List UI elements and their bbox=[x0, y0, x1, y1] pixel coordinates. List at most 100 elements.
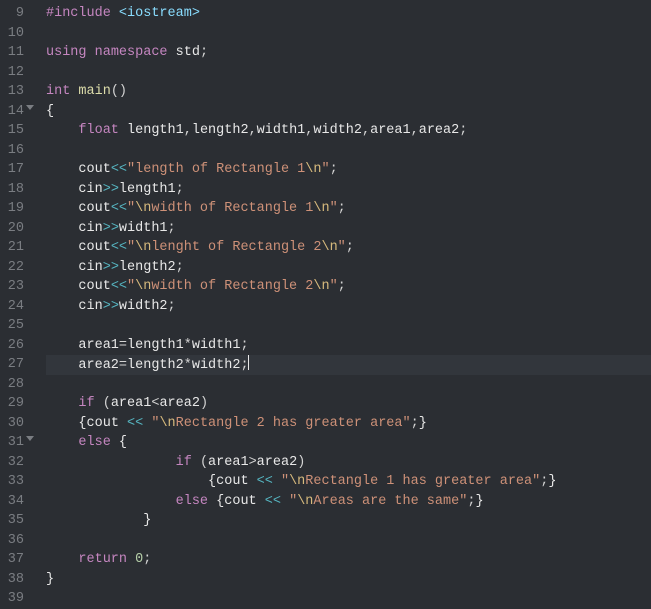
code-line[interactable]: cout<<"length of Rectangle 1\n"; bbox=[46, 160, 651, 180]
token-pn: ; bbox=[176, 260, 184, 275]
code-line[interactable] bbox=[46, 141, 651, 161]
code-line[interactable]: #include <iostream> bbox=[46, 4, 651, 24]
code-line[interactable]: int main() bbox=[46, 82, 651, 102]
token-id: area2 bbox=[159, 396, 200, 411]
token-pn: ; bbox=[411, 416, 419, 431]
fold-icon[interactable] bbox=[26, 436, 34, 441]
token-id: area2 bbox=[46, 358, 119, 373]
token-id: length2 bbox=[192, 123, 249, 138]
line-number: 27 bbox=[6, 355, 24, 375]
token-pn: , bbox=[362, 123, 370, 138]
token-pn: ; bbox=[459, 123, 467, 138]
token-id: std bbox=[168, 45, 200, 60]
code-line[interactable]: cin>>length2; bbox=[46, 258, 651, 278]
line-number: 14 bbox=[6, 102, 24, 122]
line-number: 19 bbox=[6, 199, 24, 219]
code-line[interactable]: else { bbox=[46, 433, 651, 453]
token-shift: << bbox=[111, 240, 127, 255]
code-line[interactable]: {cout << "\nRectangle 1 has greater area… bbox=[46, 472, 651, 492]
token-id: cout bbox=[216, 474, 257, 489]
line-number-gutter: 9101112131415161718192021222324252627282… bbox=[0, 0, 34, 587]
line-number: 39 bbox=[6, 589, 24, 609]
token-pn: ( bbox=[103, 396, 111, 411]
code-line[interactable]: cout<<"\nlenght of Rectangle 2\n"; bbox=[46, 238, 651, 258]
code-line[interactable]: } bbox=[46, 570, 651, 590]
token-esc: \n bbox=[135, 279, 151, 294]
token-id bbox=[46, 494, 176, 509]
code-line[interactable]: return 0; bbox=[46, 550, 651, 570]
token-id: length1 bbox=[119, 182, 176, 197]
token-id bbox=[46, 396, 78, 411]
code-line[interactable]: { bbox=[46, 102, 651, 122]
fold-icon[interactable] bbox=[26, 105, 34, 110]
code-line[interactable]: } bbox=[46, 511, 651, 531]
token-id bbox=[46, 513, 143, 528]
line-number: 21 bbox=[6, 238, 24, 258]
code-line[interactable] bbox=[46, 531, 651, 551]
code-line[interactable]: cout<<"\nwidth of Rectangle 1\n"; bbox=[46, 199, 651, 219]
code-line[interactable] bbox=[46, 63, 651, 83]
token-id: area1 bbox=[111, 396, 152, 411]
code-line[interactable] bbox=[46, 316, 651, 336]
token-pn: ; bbox=[168, 299, 176, 314]
line-number: 38 bbox=[6, 570, 24, 590]
token-str: " bbox=[321, 162, 329, 177]
token-pn: ) bbox=[297, 455, 305, 470]
line-number: 30 bbox=[6, 414, 24, 434]
code-line[interactable]: cout<<"\nwidth of Rectangle 2\n"; bbox=[46, 277, 651, 297]
token-id: cin bbox=[46, 221, 103, 236]
token-id: area1 bbox=[370, 123, 411, 138]
code-line[interactable]: else {cout << "\nAreas are the same";} bbox=[46, 492, 651, 512]
code-line[interactable]: area2=length2*width2; bbox=[46, 355, 651, 375]
token-pn: ; bbox=[176, 182, 184, 197]
code-line[interactable]: cin>>length1; bbox=[46, 180, 651, 200]
token-br: { bbox=[78, 416, 86, 431]
token-k: else bbox=[78, 435, 110, 450]
code-editor-area[interactable]: #include <iostream> using namespace std;… bbox=[34, 0, 651, 587]
code-line[interactable]: cin>>width1; bbox=[46, 219, 651, 239]
token-pn: ; bbox=[200, 45, 208, 60]
line-number: 11 bbox=[6, 43, 24, 63]
token-pn: ) bbox=[200, 396, 208, 411]
token-inc: <iostream> bbox=[119, 6, 200, 21]
token-id: area1 bbox=[46, 338, 119, 353]
token-ty: int bbox=[46, 84, 70, 99]
code-line[interactable]: using namespace std; bbox=[46, 43, 651, 63]
token-br: { bbox=[46, 104, 54, 119]
token-id: cin bbox=[46, 260, 103, 275]
code-line[interactable]: cin>>width2; bbox=[46, 297, 651, 317]
token-pn: ; bbox=[346, 240, 354, 255]
token-id: cin bbox=[46, 299, 103, 314]
code-line[interactable] bbox=[46, 375, 651, 395]
code-line[interactable] bbox=[46, 24, 651, 44]
code-line[interactable]: if (area1<area2) bbox=[46, 394, 651, 414]
line-number: 33 bbox=[6, 472, 24, 492]
token-id bbox=[46, 474, 208, 489]
token-id: cout bbox=[46, 162, 111, 177]
token-pn: , bbox=[184, 123, 192, 138]
token-str: " bbox=[330, 201, 338, 216]
token-id: area2 bbox=[419, 123, 460, 138]
token-id: cout bbox=[87, 416, 128, 431]
token-id: cout bbox=[46, 201, 111, 216]
line-number: 24 bbox=[6, 297, 24, 317]
token-esc: \n bbox=[313, 201, 329, 216]
line-number: 37 bbox=[6, 550, 24, 570]
token-id bbox=[46, 435, 78, 450]
token-op: > bbox=[249, 455, 257, 470]
line-number: 10 bbox=[6, 24, 24, 44]
code-line[interactable]: {cout << "\nRectangle 2 has greater area… bbox=[46, 414, 651, 434]
token-id bbox=[192, 455, 200, 470]
token-id: cout bbox=[46, 240, 111, 255]
line-number: 29 bbox=[6, 394, 24, 414]
token-shift: >> bbox=[103, 299, 119, 314]
code-line[interactable]: if (area1>area2) bbox=[46, 453, 651, 473]
token-br: { bbox=[119, 435, 127, 450]
token-id: length1 bbox=[119, 123, 184, 138]
code-line[interactable] bbox=[46, 589, 651, 609]
code-line[interactable]: float length1,length2,width1,width2,area… bbox=[46, 121, 651, 141]
token-id: cout bbox=[46, 279, 111, 294]
token-esc: \n bbox=[297, 494, 313, 509]
token-esc: \n bbox=[305, 162, 321, 177]
code-line[interactable]: area1=length1*width1; bbox=[46, 336, 651, 356]
